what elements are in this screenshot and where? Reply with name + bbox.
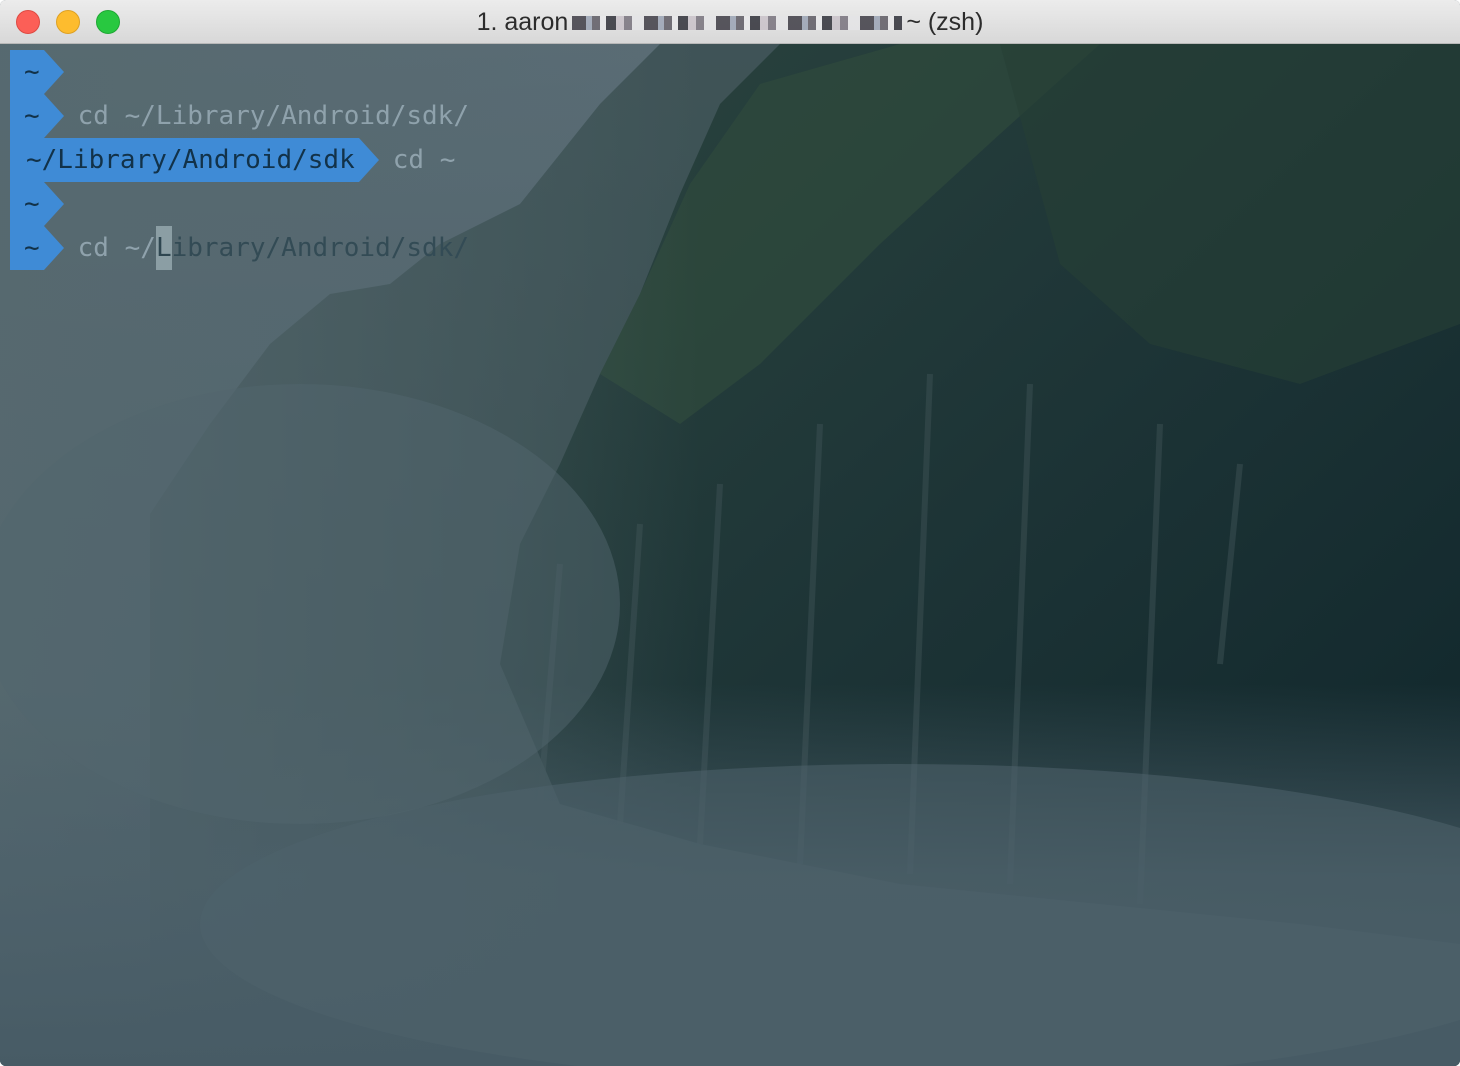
text-cursor: L xyxy=(155,226,172,270)
command-text: cd ~/Library/Android/sdk/ xyxy=(77,101,469,131)
command-before-cursor: cd ~/ xyxy=(77,233,156,263)
terminal-line: ~ xyxy=(10,50,1450,94)
title-bar[interactable]: 1. aaron ~ (zsh) xyxy=(0,0,1460,44)
prompt-segment: ~ xyxy=(10,182,64,226)
title-suffix: ~ (zsh) xyxy=(906,8,984,36)
command-text: cd ~ xyxy=(392,145,456,175)
terminal-line: ~ xyxy=(10,182,1450,226)
prompt-segment: ~ xyxy=(10,50,64,94)
prompt-segment: ~ xyxy=(10,226,64,270)
command-after-cursor: ibrary/Android/sdk/ xyxy=(171,233,470,263)
terminal-line-active[interactable]: ~ cd ~/Library/Android/sdk/ xyxy=(10,226,1450,270)
command-input[interactable]: cd ~/Library/Android/sdk/ xyxy=(78,226,469,270)
terminal-line: ~ cd ~/Library/Android/sdk/ xyxy=(10,94,1450,138)
terminal-output[interactable]: ~ ~ cd ~/Library/Android/sdk/ ~/Library/… xyxy=(10,50,1450,270)
prompt-segment: ~ xyxy=(10,94,64,138)
window-title: 1. aaron ~ (zsh) xyxy=(0,0,1460,44)
terminal-window: 1. aaron ~ (zsh) ~ ~ cd ~/Library/Android… xyxy=(0,0,1460,1066)
prompt-segment: ~/Library/Android/sdk xyxy=(10,138,379,182)
redacted-hostname xyxy=(572,16,903,31)
terminal-line: ~/Library/Android/sdk cd ~ xyxy=(10,138,1450,182)
title-prefix: 1. aaron xyxy=(476,8,569,36)
